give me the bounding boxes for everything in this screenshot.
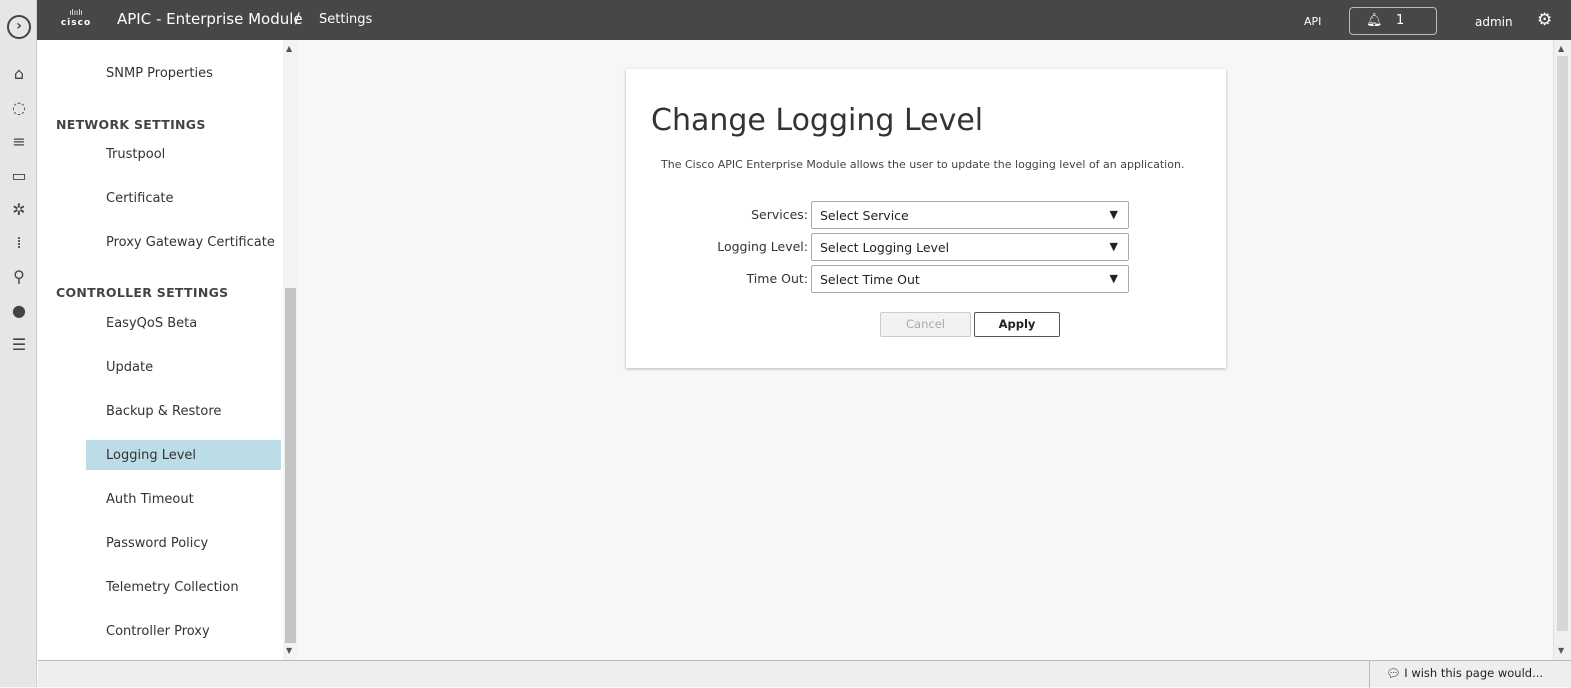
sidebar-item-controller-proxy[interactable]: Controller Proxy	[106, 624, 210, 639]
gear-icon[interactable]: ⚙	[1537, 10, 1552, 30]
sidebar-item-snmp-properties[interactable]: SNMP Properties	[106, 66, 213, 81]
settings-sidebar: SNMP Properties NETWORK SETTINGS Trustpo…	[38, 40, 298, 660]
user-menu[interactable]: admin	[1475, 15, 1513, 29]
sidebar-item-update[interactable]: Update	[106, 360, 153, 375]
logging-level-label: Logging Level:	[717, 239, 808, 254]
scroll-up-icon[interactable]: ▲	[286, 44, 292, 53]
sidebar-scroll-thumb[interactable]	[285, 288, 296, 643]
top-bar: ılıılı cisco APIC - Enterprise Module / S…	[37, 0, 1571, 40]
time-out-value: Select Time Out	[820, 272, 920, 287]
services-value: Select Service	[820, 208, 909, 223]
cancel-button[interactable]: Cancel	[880, 312, 971, 337]
notification-count: 1	[1396, 13, 1405, 28]
logging-level-card: Change Logging Level The Cisco APIC Ente…	[626, 69, 1226, 368]
section-network-settings: NETWORK SETTINGS	[56, 117, 206, 132]
sidebar-item-trustpool[interactable]: Trustpool	[106, 147, 165, 162]
page-title: Change Logging Level	[651, 103, 984, 138]
path-trace-icon[interactable]: ⁞	[9, 233, 29, 253]
home-icon[interactable]: ⌂	[9, 64, 29, 84]
logging-level-row: Logging Level: Select Logging Level ▼	[626, 233, 1226, 261]
caret-down-icon: ▼	[1109, 272, 1118, 285]
sidebar-item-proxy-gateway-certificate[interactable]: Proxy Gateway Certificate	[106, 235, 275, 250]
sidebar-item-password-policy[interactable]: Password Policy	[106, 536, 208, 551]
logging-level-value: Select Logging Level	[820, 240, 950, 255]
notifications-button[interactable]: 🔔︎ 1	[1349, 7, 1437, 35]
services-label: Services:	[751, 207, 808, 222]
sidebar-item-backup-restore[interactable]: Backup & Restore	[106, 404, 221, 419]
api-link[interactable]: API	[1304, 15, 1321, 28]
logging-level-select[interactable]: Select Logging Level ▼	[811, 233, 1129, 261]
time-out-select[interactable]: Select Time Out ▼	[811, 265, 1129, 293]
sidebar-scrollbar[interactable]: ▲ ▼	[283, 40, 298, 660]
time-out-row: Time Out: Select Time Out ▼	[626, 265, 1226, 293]
speech-bubble-icon: 💬︎	[1386, 666, 1401, 680]
time-out-label: Time Out:	[746, 271, 808, 286]
scroll-up-icon[interactable]: ▲	[1558, 44, 1564, 53]
services-row: Services: Select Service ▼	[626, 201, 1226, 229]
sidebar-item-certificate[interactable]: Certificate	[106, 191, 174, 206]
breadcrumb[interactable]: Settings	[319, 12, 372, 27]
services-select[interactable]: Select Service ▼	[811, 201, 1129, 229]
policy-icon[interactable]: ☰	[9, 335, 29, 355]
location-icon[interactable]: ⚲	[9, 267, 29, 287]
left-nav-rail: › ⌂ ◌ ≡ ▭ ✲ ⁞ ⚲ ● ☰	[0, 0, 37, 687]
breadcrumb-separator: /	[295, 11, 300, 27]
apply-button[interactable]: Apply	[974, 312, 1060, 337]
description: The Cisco APIC Enterprise Module allows …	[661, 158, 1185, 171]
scroll-down-icon[interactable]: ▼	[286, 646, 292, 655]
bottom-bar: 💬︎ I wish this page would...	[38, 660, 1571, 688]
sidebar-item-easyqos[interactable]: EasyQoS Beta	[106, 316, 197, 331]
cisco-logo: ılıılı cisco	[60, 8, 92, 28]
main-scrollbar[interactable]: ▲ ▼	[1553, 40, 1571, 660]
topology-icon[interactable]: ✲	[9, 200, 29, 220]
main-scroll-thumb[interactable]	[1557, 56, 1568, 631]
sidebar-item-auth-timeout[interactable]: Auth Timeout	[106, 492, 194, 507]
app-title: APIC - Enterprise Module	[117, 10, 303, 28]
database-icon[interactable]: ≡	[9, 132, 29, 152]
expand-nav-icon[interactable]: ›	[7, 15, 31, 39]
section-controller-settings: CONTROLLER SETTINGS	[56, 285, 229, 300]
caret-down-icon: ▼	[1109, 240, 1118, 253]
discovery-icon[interactable]: ◌	[9, 98, 29, 118]
device-icon[interactable]: ▭	[9, 166, 29, 186]
apps-icon[interactable]: ●	[9, 301, 29, 321]
feedback-button[interactable]: 💬︎ I wish this page would...	[1369, 661, 1571, 688]
caret-down-icon: ▼	[1109, 208, 1118, 221]
sidebar-item-telemetry-collection[interactable]: Telemetry Collection	[106, 580, 239, 595]
scroll-down-icon[interactable]: ▼	[1558, 646, 1564, 655]
feedback-label: I wish this page would...	[1404, 666, 1544, 680]
bell-icon: 🔔︎	[1366, 13, 1383, 28]
sidebar-item-logging-level[interactable]: Logging Level	[106, 448, 196, 463]
